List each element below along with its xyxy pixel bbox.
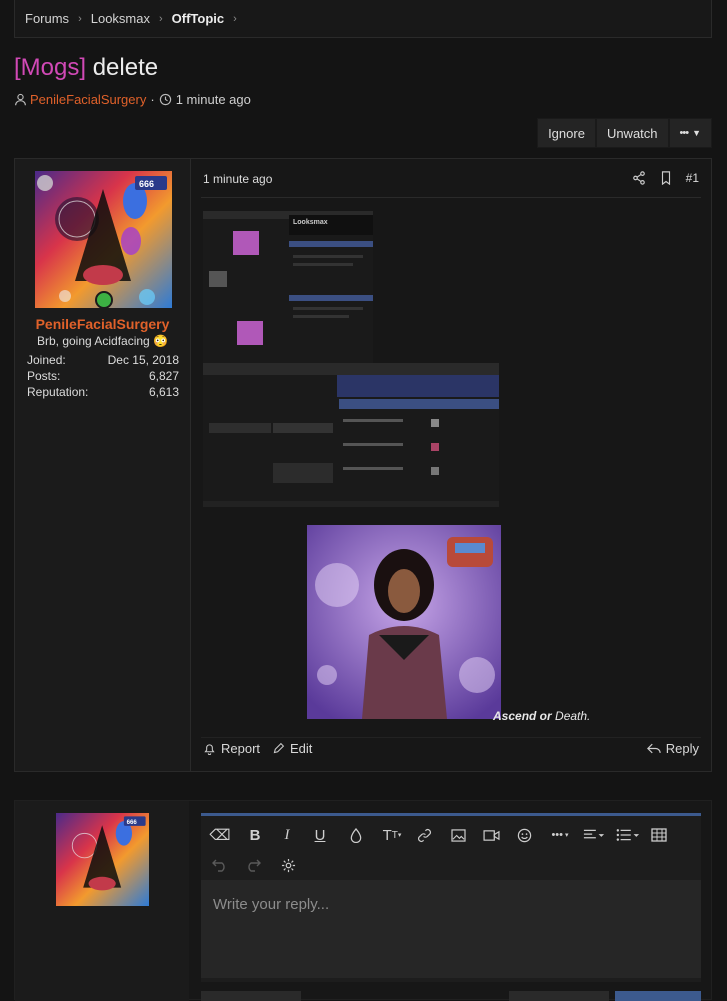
divider	[201, 737, 701, 738]
clock-icon	[159, 93, 171, 106]
editor-toolbar: ⌫ B I U T T ▾ ••• ▾	[201, 820, 701, 880]
post-main: 1 minute ago #1 Looksmax Ascend or Death…	[191, 159, 711, 771]
reply-icon	[646, 743, 661, 754]
thread-author-link[interactable]: PenileFacialSurgery	[30, 92, 146, 107]
rich-text-editor: ⌫ B I U T T ▾ ••• ▾ Write your reply...	[201, 813, 701, 982]
report-label: Report	[221, 741, 261, 756]
thread-time[interactable]: 1 minute ago	[176, 92, 251, 107]
stat-reputation: Reputation: 6,613	[27, 385, 179, 399]
unwatch-button[interactable]: Unwatch	[595, 118, 669, 148]
svg-text:666: 666	[127, 819, 138, 826]
post-time[interactable]: 1 minute ago	[203, 172, 272, 186]
align-icon[interactable]	[581, 824, 607, 846]
thread-actions: Ignore Unwatch ••• ▼	[537, 118, 712, 148]
ignore-button[interactable]: Ignore	[537, 118, 596, 148]
bookmark-icon[interactable]	[660, 171, 672, 185]
thread-meta: PenileFacialSurgery · 1 minute ago	[14, 92, 251, 107]
table-icon[interactable]	[648, 824, 670, 846]
video-icon[interactable]	[480, 824, 502, 846]
undo-icon[interactable]	[209, 854, 231, 876]
signature-bold: Ascend or	[493, 709, 552, 723]
eraser-icon[interactable]: ⌫	[209, 824, 231, 846]
post: 666 PenileFacialSurgery Brb, going Acidf…	[14, 158, 712, 772]
quick-reply: 666 ⌫ B I U T T ▾ ••• ▾ Write your reply…	[14, 800, 712, 1001]
italic-icon[interactable]: I	[276, 824, 298, 846]
meta-separator: ·	[150, 92, 155, 107]
underline-icon[interactable]: U	[309, 824, 331, 846]
reply-label: Reply	[665, 741, 699, 756]
reply-button[interactable]: Reply	[646, 741, 699, 756]
font-size-icon[interactable]: T T ▾	[377, 824, 407, 846]
post-user-pane: 666 PenileFacialSurgery Brb, going Acidf…	[15, 159, 191, 771]
reply-avatar[interactable]: 666	[56, 813, 149, 906]
stat-joined: Joined: Dec 15, 2018	[27, 353, 179, 367]
link-icon[interactable]	[413, 824, 435, 846]
chevron-right-icon: ›	[78, 12, 82, 25]
share-icon[interactable]	[632, 171, 646, 185]
bell-icon	[204, 744, 215, 755]
breadcrumb-offtopic[interactable]: OffTopic	[172, 11, 224, 26]
reply-user-pane: 666	[15, 801, 189, 1001]
stat-value: 6,827	[148, 369, 179, 383]
stat-label: Joined:	[27, 353, 66, 367]
avatar[interactable]: 666	[35, 171, 172, 308]
more-options-icon[interactable]: ••• ▾	[547, 824, 573, 846]
reply-input[interactable]: Write your reply...	[201, 880, 701, 978]
color-drop-icon[interactable]	[345, 824, 367, 846]
breadcrumb-looksmax[interactable]: Looksmax	[91, 11, 150, 26]
signature-italic: Death.	[555, 709, 591, 723]
attachment-image[interactable]	[307, 525, 501, 719]
edit-label: Edit	[290, 741, 313, 756]
chevron-right-icon: ›	[158, 12, 163, 25]
user-icon	[15, 93, 26, 106]
caret-down-icon: ▼	[692, 128, 701, 138]
user-title: Brb, going Acidfacing 😳	[36, 334, 168, 348]
post-tools: #1	[632, 171, 699, 185]
smiley-icon[interactable]	[513, 824, 535, 846]
attachment-screenshot[interactable]: Looksmax	[203, 211, 373, 363]
post-author-name[interactable]: PenileFacialSurgery	[15, 316, 190, 332]
stat-label: Posts:	[27, 369, 61, 383]
breadcrumb-forums[interactable]: Forums	[25, 11, 69, 26]
stat-label: Reputation:	[27, 385, 89, 399]
stat-value: 6,613	[148, 385, 179, 399]
chevron-right-icon: ›	[233, 12, 237, 25]
report-button[interactable]: Report	[203, 741, 260, 756]
redo-icon[interactable]	[242, 854, 264, 876]
gear-icon[interactable]	[277, 854, 299, 876]
attachment-screenshot[interactable]	[203, 363, 499, 507]
more-options-label: •••	[679, 127, 690, 139]
pencil-icon	[273, 742, 285, 754]
more-options-button[interactable]: ••• ▼	[668, 118, 712, 148]
post-number[interactable]: #1	[686, 171, 699, 185]
screenshot-logo: Looksmax	[293, 219, 328, 226]
divider	[201, 197, 701, 198]
online-status-indicator	[95, 291, 113, 308]
image-icon[interactable]	[447, 824, 469, 846]
bold-icon[interactable]: B	[244, 824, 266, 846]
stat-posts: Posts: 6,827	[27, 369, 179, 383]
svg-text:666: 666	[139, 179, 154, 189]
stat-value: Dec 15, 2018	[107, 353, 179, 367]
signature: Ascend or Death.	[493, 709, 590, 723]
list-icon[interactable]	[615, 824, 641, 846]
edit-button[interactable]: Edit	[272, 741, 312, 756]
breadcrumb: Forums › Looksmax › OffTopic ›	[14, 0, 712, 38]
thread-title: delete	[92, 54, 159, 81]
thread-prefix[interactable]: [Mogs]	[14, 54, 86, 81]
page-title: [Mogs] delete	[14, 54, 158, 82]
